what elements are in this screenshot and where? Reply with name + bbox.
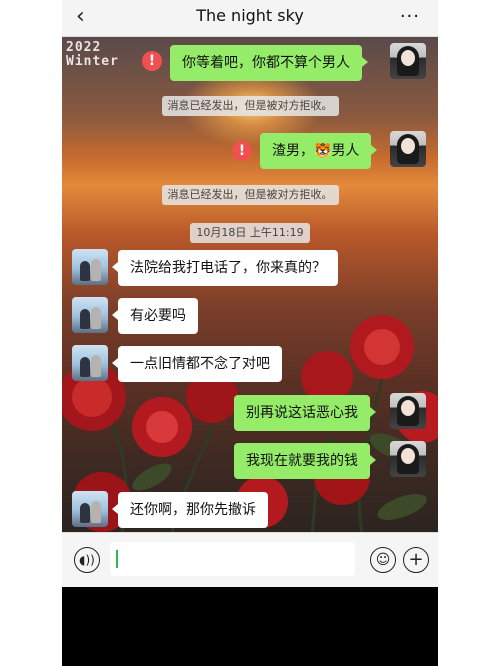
message-text: 渣男， bbox=[272, 143, 314, 159]
my-avatar[interactable] bbox=[390, 131, 426, 167]
my-avatar[interactable] bbox=[390, 43, 426, 79]
send-failed-icon[interactable]: ! bbox=[232, 141, 252, 161]
message-input[interactable] bbox=[110, 542, 355, 576]
my-avatar[interactable] bbox=[390, 441, 426, 477]
more-actions-plus-icon[interactable]: + bbox=[403, 547, 429, 573]
contact-avatar[interactable] bbox=[72, 345, 108, 381]
emoji-icon[interactable]: ☺ bbox=[370, 547, 396, 573]
phone-screen: ‹ The night sky ··· 2022 Winter ! 你等着吧，你… bbox=[62, 0, 438, 666]
timestamp-text: 10月18日 上午11:19 bbox=[190, 223, 310, 243]
received-message-bubble[interactable]: 一点旧情都不念了对吧 bbox=[112, 346, 282, 382]
sent-message-bubble[interactable]: 你等着吧，你都不算个男人 bbox=[170, 45, 368, 81]
contact-avatar[interactable] bbox=[72, 249, 108, 285]
text-caret bbox=[116, 550, 118, 568]
chat-title: The night sky bbox=[196, 6, 304, 25]
watermark: 2022 Winter bbox=[66, 41, 119, 69]
voice-input-icon[interactable]: ◖)) bbox=[74, 547, 100, 573]
send-failed-icon[interactable]: ! bbox=[142, 51, 162, 71]
sent-message-bubble[interactable]: 渣男，🐯男人 bbox=[260, 133, 378, 169]
contact-avatar[interactable] bbox=[72, 297, 108, 333]
watermark-season: Winter bbox=[66, 54, 119, 69]
system-notice: 消息已经发出，但是被对方拒收。 bbox=[62, 94, 438, 116]
received-message-bubble[interactable]: 还你啊，那你先撤诉 bbox=[112, 492, 268, 528]
rejected-notice-text: 消息已经发出，但是被对方拒收。 bbox=[161, 185, 339, 205]
sent-message-bubble[interactable]: 别再说这话恶心我 bbox=[234, 395, 376, 431]
more-options-icon[interactable]: ··· bbox=[400, 6, 420, 27]
chat-header: ‹ The night sky ··· bbox=[62, 0, 438, 37]
input-bar: ◖)) ☺ + bbox=[62, 532, 438, 587]
received-message-bubble[interactable]: 有必要吗 bbox=[112, 298, 198, 334]
my-avatar[interactable] bbox=[390, 393, 426, 429]
system-notice: 消息已经发出，但是被对方拒收。 bbox=[62, 183, 438, 205]
chat-area[interactable]: 2022 Winter ! 你等着吧，你都不算个男人 消息已经发出，但是被对方拒… bbox=[62, 37, 438, 532]
tiger-emoji-icon: 🐯 bbox=[314, 143, 332, 159]
watermark-year: 2022 bbox=[66, 40, 102, 55]
sent-message-bubble[interactable]: 我现在就要我的钱 bbox=[234, 443, 376, 479]
rejected-notice-text: 消息已经发出，但是被对方拒收。 bbox=[161, 96, 339, 116]
received-message-bubble[interactable]: 法院给我打电话了，你来真的？ bbox=[112, 250, 338, 286]
contact-avatar[interactable] bbox=[72, 491, 108, 527]
message-text: 男人 bbox=[331, 143, 360, 159]
bottom-blank-area bbox=[62, 587, 438, 666]
timestamp: 10月18日 上午11:19 bbox=[62, 221, 438, 243]
